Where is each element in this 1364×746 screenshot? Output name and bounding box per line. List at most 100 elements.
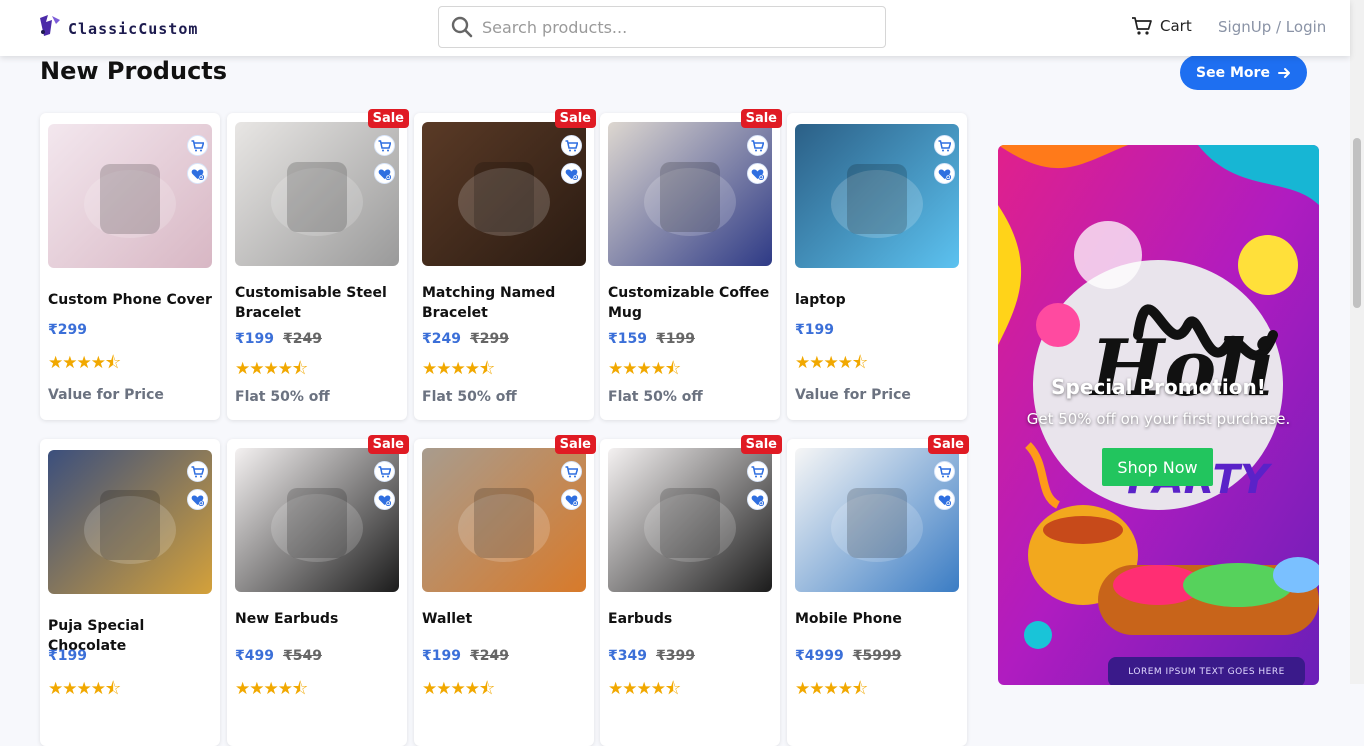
add-to-cart-button[interactable] bbox=[374, 135, 395, 156]
add-to-cart-button[interactable] bbox=[934, 135, 955, 156]
see-more-label: See More bbox=[1196, 64, 1270, 81]
wishlist-button[interactable] bbox=[934, 489, 955, 510]
product-old-price: ₹399 bbox=[655, 648, 695, 664]
product-card[interactable]: Puja Special Chocolate ₹199 ★★★★⯪ bbox=[40, 439, 220, 746]
wishlist-button[interactable] bbox=[561, 489, 582, 510]
wishlist-button[interactable] bbox=[934, 163, 955, 184]
product-price-row: ₹349 ₹399 bbox=[608, 648, 695, 664]
product-old-price: ₹299 bbox=[469, 331, 509, 347]
heart-plus-icon bbox=[191, 169, 204, 180]
product-name[interactable]: laptop bbox=[795, 290, 963, 310]
product-note: Flat 50% off bbox=[422, 389, 517, 405]
product-card[interactable]: Sale Customizable Coffee Mug ₹159 ₹199 ★… bbox=[600, 109, 782, 420]
promo-banner: Holi PARTY Special Promotion! Get 50% of… bbox=[998, 145, 1319, 685]
add-to-cart-button[interactable] bbox=[187, 135, 208, 156]
wishlist-button[interactable] bbox=[374, 163, 395, 184]
product-price-row: ₹249 ₹299 bbox=[422, 331, 509, 347]
heart-plus-icon bbox=[751, 169, 764, 180]
rating-stars: ★★★★⯪ bbox=[48, 353, 121, 373]
product-card[interactable]: Sale Wallet ₹199 ₹249 ★★★★⯪ bbox=[414, 435, 596, 746]
product-old-price: ₹199 bbox=[655, 331, 695, 347]
product-price-row: ₹199 ₹249 bbox=[235, 331, 322, 347]
rating-stars: ★★★★⯪ bbox=[795, 679, 868, 699]
product-old-price: ₹249 bbox=[469, 648, 509, 664]
sale-badge: Sale bbox=[367, 109, 409, 128]
add-to-cart-button[interactable] bbox=[934, 461, 955, 482]
rating-stars: ★★★★⯪ bbox=[795, 353, 868, 373]
product-card[interactable]: Sale Customisable Steel Bracelet ₹199 ₹2… bbox=[227, 109, 409, 420]
scrollbar-thumb[interactable] bbox=[1353, 138, 1361, 308]
product-name[interactable]: Mobile Phone bbox=[795, 609, 963, 629]
search-bar[interactable] bbox=[438, 6, 886, 48]
product-price-row: ₹499 ₹549 bbox=[235, 648, 322, 664]
cart-link[interactable]: Cart bbox=[1131, 16, 1192, 36]
heart-plus-icon bbox=[565, 169, 578, 180]
wishlist-button[interactable] bbox=[374, 489, 395, 510]
product-name[interactable]: Custom Phone Cover bbox=[48, 290, 216, 310]
product-price-row: ₹199 bbox=[48, 648, 87, 664]
product-price-row: ₹299 bbox=[48, 322, 87, 338]
product-name[interactable]: Earbuds bbox=[608, 609, 776, 629]
product-card[interactable]: laptop ₹199 ★★★★⯪ Value for Price bbox=[787, 113, 967, 420]
add-to-cart-button[interactable] bbox=[747, 135, 768, 156]
add-to-cart-icon bbox=[938, 139, 951, 151]
wishlist-button[interactable] bbox=[187, 489, 208, 510]
product-card[interactable]: Sale Earbuds ₹349 ₹399 ★★★★⯪ bbox=[600, 435, 782, 746]
product-price-row: ₹4999 ₹5999 bbox=[795, 648, 901, 664]
promo-footer-text: LOREM IPSUM TEXT GOES HERE bbox=[1108, 657, 1305, 685]
rating-stars: ★★★★⯪ bbox=[422, 679, 495, 699]
add-to-cart-icon bbox=[751, 465, 764, 477]
page-scrollbar[interactable] bbox=[1350, 0, 1364, 684]
product-card[interactable]: Sale Matching Named Bracelet ₹249 ₹299 ★… bbox=[414, 109, 596, 420]
add-to-cart-button[interactable] bbox=[187, 461, 208, 482]
search-input[interactable] bbox=[482, 17, 862, 37]
holi-art-title: Holi bbox=[1089, 323, 1276, 414]
add-to-cart-icon bbox=[938, 465, 951, 477]
top-navbar: ClassicCustom Cart SignUp / Login bbox=[0, 0, 1350, 56]
product-name[interactable]: Customisable Steel Bracelet bbox=[235, 283, 403, 323]
sale-badge: Sale bbox=[740, 109, 782, 128]
signup-login-link[interactable]: SignUp / Login bbox=[1218, 18, 1326, 36]
add-to-cart-icon bbox=[378, 139, 391, 151]
product-note: Value for Price bbox=[795, 387, 911, 403]
wishlist-button[interactable] bbox=[747, 163, 768, 184]
see-more-button[interactable]: See More bbox=[1180, 55, 1307, 90]
product-price: ₹249 bbox=[422, 331, 461, 347]
product-name[interactable]: New Earbuds bbox=[235, 609, 403, 629]
product-card[interactable]: Custom Phone Cover ₹299 ★★★★⯪ Value for … bbox=[40, 113, 220, 420]
add-to-cart-button[interactable] bbox=[561, 135, 582, 156]
wishlist-button[interactable] bbox=[187, 163, 208, 184]
heart-plus-icon bbox=[751, 495, 764, 506]
heart-plus-icon bbox=[938, 495, 951, 506]
add-to-cart-icon bbox=[751, 139, 764, 151]
logo-mark-icon bbox=[40, 15, 60, 36]
product-price: ₹199 bbox=[422, 648, 461, 664]
sale-badge: Sale bbox=[740, 435, 782, 454]
cart-label: Cart bbox=[1160, 17, 1192, 35]
add-to-cart-icon bbox=[565, 139, 578, 151]
add-to-cart-icon bbox=[191, 465, 204, 477]
product-card[interactable]: Sale New Earbuds ₹499 ₹549 ★★★★⯪ bbox=[227, 435, 409, 746]
cart-icon bbox=[1132, 17, 1152, 35]
wishlist-button[interactable] bbox=[747, 489, 768, 510]
shop-now-button[interactable]: Shop Now bbox=[1102, 448, 1213, 486]
add-to-cart-button[interactable] bbox=[747, 461, 768, 482]
promo-title: Special Promotion! bbox=[1051, 375, 1266, 399]
product-card[interactable]: Sale Mobile Phone ₹4999 ₹5999 ★★★★⯪ bbox=[787, 435, 969, 746]
sale-badge: Sale bbox=[554, 435, 596, 454]
product-name[interactable]: Matching Named Bracelet bbox=[422, 283, 590, 323]
brand-name: ClassicCustom bbox=[68, 20, 199, 38]
product-price: ₹349 bbox=[608, 648, 647, 664]
add-to-cart-button[interactable] bbox=[374, 461, 395, 482]
product-price: ₹199 bbox=[48, 648, 87, 664]
sale-badge: Sale bbox=[554, 109, 596, 128]
product-name[interactable]: Customizable Coffee Mug bbox=[608, 283, 776, 323]
product-old-price: ₹5999 bbox=[852, 648, 902, 664]
rating-stars: ★★★★⯪ bbox=[608, 359, 681, 379]
product-name[interactable]: Wallet bbox=[422, 609, 590, 629]
wishlist-button[interactable] bbox=[561, 163, 582, 184]
add-to-cart-button[interactable] bbox=[561, 461, 582, 482]
brand-logo[interactable]: ClassicCustom bbox=[36, 12, 198, 40]
heart-plus-icon bbox=[938, 169, 951, 180]
heart-plus-icon bbox=[565, 495, 578, 506]
